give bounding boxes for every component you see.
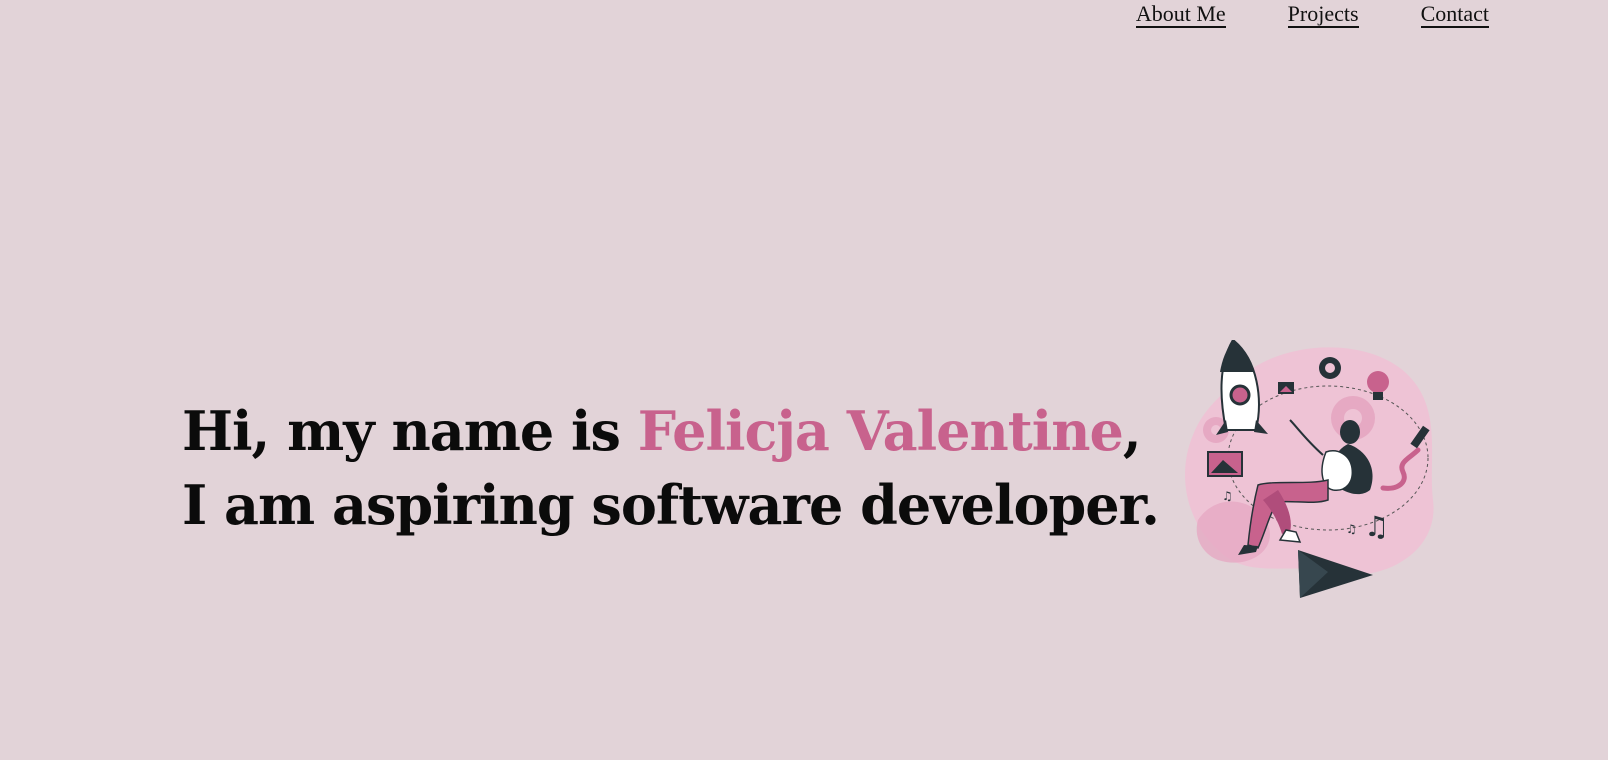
- astronaut-rocket-illustration: ♫ ♫ ♫: [1185, 340, 1434, 598]
- image-icon-small: [1278, 382, 1294, 394]
- music-note-icon-mid: ♫: [1346, 522, 1357, 536]
- nav-link-about-me[interactable]: About Me: [1135, 0, 1226, 28]
- page: { "nav": { "items": [ {"label": "About M…: [0, 0, 1608, 760]
- hero-line2: I am aspiring software developer.: [182, 473, 1160, 537]
- hero-heading: Hi, my name is Felicja Valentine, I am a…: [182, 394, 1160, 542]
- hero-line1-suffix: ,: [1122, 399, 1142, 463]
- nav-link-projects[interactable]: Projects: [1287, 0, 1359, 28]
- image-icon-large: [1207, 451, 1243, 477]
- gear-icon-top: [1319, 357, 1341, 379]
- music-note-icon-small: ♫: [1222, 489, 1233, 503]
- music-note-icon-large: ♫: [1364, 510, 1389, 543]
- top-nav: About Me Projects Contact: [1135, 0, 1489, 28]
- hero-name: Felicja Valentine: [637, 399, 1124, 463]
- nav-link-contact[interactable]: Contact: [1420, 0, 1489, 28]
- hero-line1-prefix: Hi, my name is: [182, 399, 638, 463]
